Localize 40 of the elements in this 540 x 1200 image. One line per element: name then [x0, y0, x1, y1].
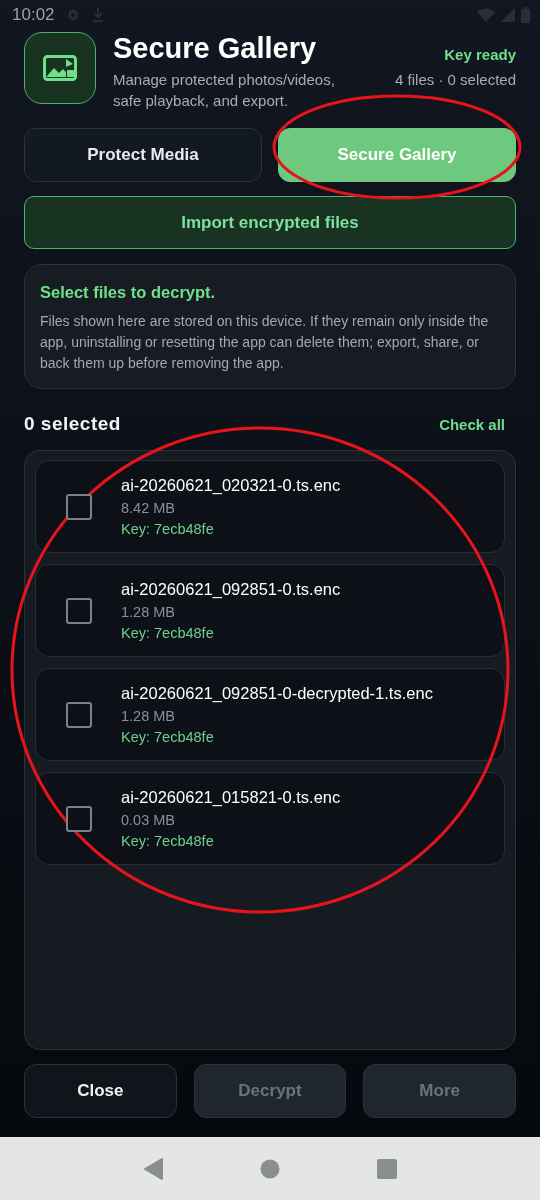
file-name: ai-20260621_092851-0-decrypted-1.ts.enc: [121, 684, 433, 703]
file-key: Key: 7ecb48fe: [121, 729, 433, 745]
signal-icon: [501, 8, 515, 22]
app-title: Secure Gallery: [113, 32, 317, 65]
tab[interactable]: Protect Media: [24, 128, 262, 182]
import-button[interactable]: Import encrypted files: [24, 196, 516, 249]
checkbox[interactable]: [66, 493, 92, 520]
checkbox[interactable]: [66, 805, 92, 832]
action-button[interactable]: Close: [24, 1064, 177, 1118]
file-name: ai-20260621_020321-0.ts.enc: [121, 476, 341, 495]
file-size: 0.03 MB: [121, 812, 176, 828]
home-icon: [260, 1158, 280, 1179]
checkbox[interactable]: [66, 701, 92, 728]
image-lock-icon: [43, 55, 77, 81]
download-icon: [90, 7, 105, 23]
status-time: 10:02: [12, 5, 55, 25]
check-all-link[interactable]: Check all: [439, 415, 505, 433]
app-subtitle: Manage protected photos/videos, safe playback, and export.: [113, 70, 336, 111]
info-text: Files shown here are stored on this device. If they remain only inside the app, uninstalling or resetting the app can delete them; export, share, or back them up before removing the app.: [40, 312, 490, 373]
file-key: Key: 7ecb48fe: [121, 833, 341, 849]
file-size: 8.42 MB: [121, 500, 176, 516]
wifi-icon: [477, 8, 495, 22]
file-item[interactable]: ai-20260621_015821-0.ts.enc 0.03 MB Key: 7ecb48fe: [35, 772, 505, 865]
battery-icon: [521, 7, 530, 23]
back-icon: [143, 1157, 164, 1180]
key-status: Key ready: [444, 46, 516, 63]
file-name: ai-20260621_092851-0.ts.enc: [121, 580, 341, 599]
file-name: ai-20260621_015821-0.ts.enc: [121, 788, 341, 807]
file-size: 1.28 MB: [121, 708, 176, 724]
file-key: Key: 7ecb48fe: [121, 521, 341, 537]
file-summary: 4 files · 0 selected: [395, 70, 516, 90]
file-key: Key: 7ecb48fe: [121, 625, 341, 641]
info-title: Select files to decrypt.: [40, 283, 217, 302]
file-item[interactable]: ai-20260621_020321-0.ts.enc 8.42 MB Key: 7ecb48fe: [35, 460, 505, 553]
file-item[interactable]: ai-20260621_092851-0.ts.enc 1.28 MB Key: 7ecb48fe: [35, 564, 505, 657]
file-size: 1.28 MB: [121, 604, 176, 620]
checkbox[interactable]: [66, 597, 92, 624]
selected-count: 0 selected: [24, 413, 121, 435]
file-item[interactable]: ai-20260621_092851-0-decrypted-1.ts.enc 1.28 MB Key: 7ecb48fe: [35, 668, 505, 761]
recents-icon: [376, 1158, 397, 1179]
